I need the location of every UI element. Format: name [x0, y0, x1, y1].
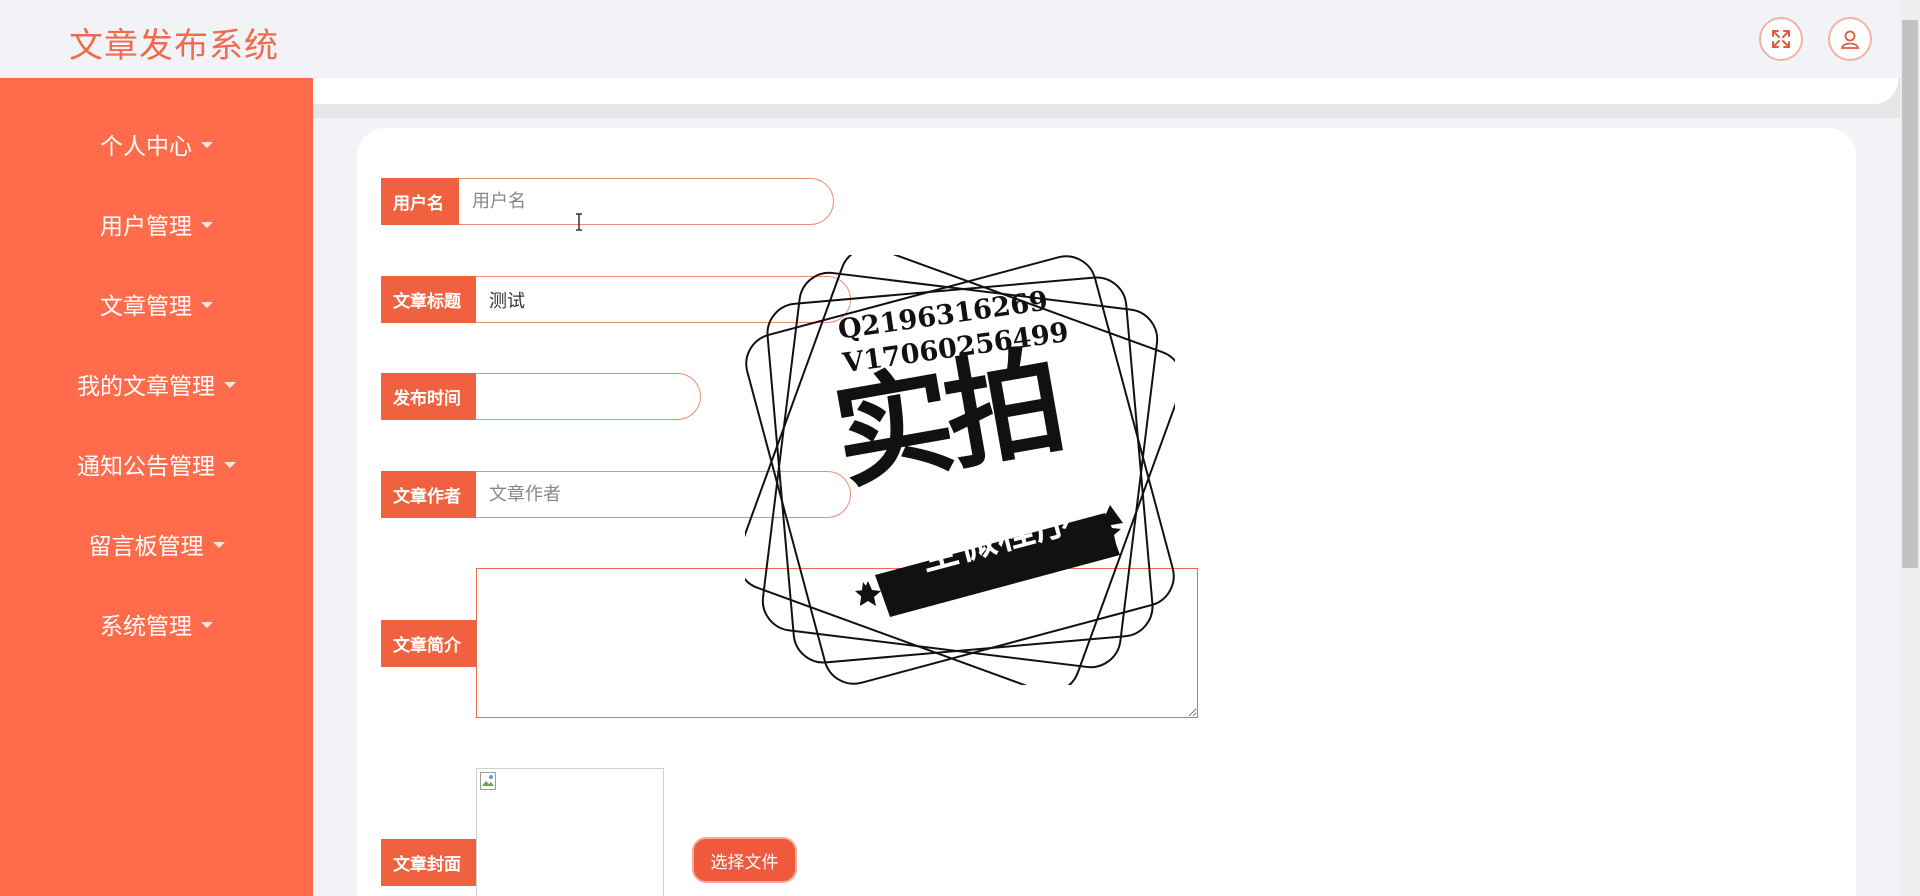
article-cover-label: 文章封面	[381, 839, 476, 886]
article-author-label: 文章作者	[381, 471, 476, 518]
scrollbar-thumb[interactable]	[1902, 20, 1918, 568]
sidebar-item-system-management[interactable]: 系统管理	[0, 599, 313, 649]
sidebar: 个人中心 用户管理 文章管理 我的文章管理 通知公告管理 留言板管理 系统管理	[0, 78, 313, 896]
sidebar-item-user-management[interactable]: 用户管理	[0, 199, 313, 249]
sidebar-item-personal-center[interactable]: 个人中心	[0, 119, 313, 169]
sidebar-item-notices[interactable]: 通知公告管理	[0, 439, 313, 489]
sidebar-item-label: 通知公告管理	[77, 454, 215, 480]
sidebar-item-label: 留言板管理	[88, 534, 204, 560]
sidebar-item-article-management[interactable]: 文章管理	[0, 279, 313, 329]
text-cursor-icon	[576, 213, 582, 231]
user-icon	[1840, 30, 1860, 49]
broken-image-icon	[480, 772, 496, 790]
publish-time-label: 发布时间	[381, 373, 476, 420]
user-button[interactable]	[1828, 17, 1872, 61]
watermark-main-text: 实拍	[824, 331, 1069, 507]
sidebar-item-label: 系统管理	[100, 614, 192, 640]
sidebar-item-my-articles[interactable]: 我的文章管理	[0, 359, 313, 409]
caret-down-icon	[224, 382, 236, 388]
sidebar-item-label: 文章管理	[100, 294, 192, 320]
sidebar-item-label: 用户管理	[100, 214, 192, 240]
caret-down-icon	[201, 622, 213, 628]
username-label: 用户名	[381, 178, 459, 225]
top-header: 文章发布系统	[0, 0, 1900, 78]
caret-down-icon	[201, 142, 213, 148]
caret-down-icon	[201, 222, 213, 228]
choose-file-button[interactable]: 选择文件	[694, 839, 795, 881]
sidebar-item-label: 我的文章管理	[77, 374, 215, 400]
caret-down-icon	[212, 542, 225, 548]
article-title-label: 文章标题	[381, 276, 476, 323]
sidebar-item-label: 个人中心	[100, 134, 192, 160]
fullscreen-button[interactable]	[1759, 17, 1803, 61]
caret-down-icon	[224, 462, 236, 468]
app-title: 文章发布系统	[69, 26, 279, 66]
username-input[interactable]	[459, 178, 834, 225]
cover-image-preview	[476, 768, 664, 896]
breadcrumb-card	[313, 78, 1898, 104]
expand-icon	[1772, 30, 1790, 48]
sidebar-item-message-board[interactable]: 留言板管理	[0, 519, 313, 569]
caret-down-icon	[201, 302, 213, 308]
publish-time-input[interactable]	[476, 373, 701, 420]
article-summary-label: 文章简介	[381, 620, 476, 667]
